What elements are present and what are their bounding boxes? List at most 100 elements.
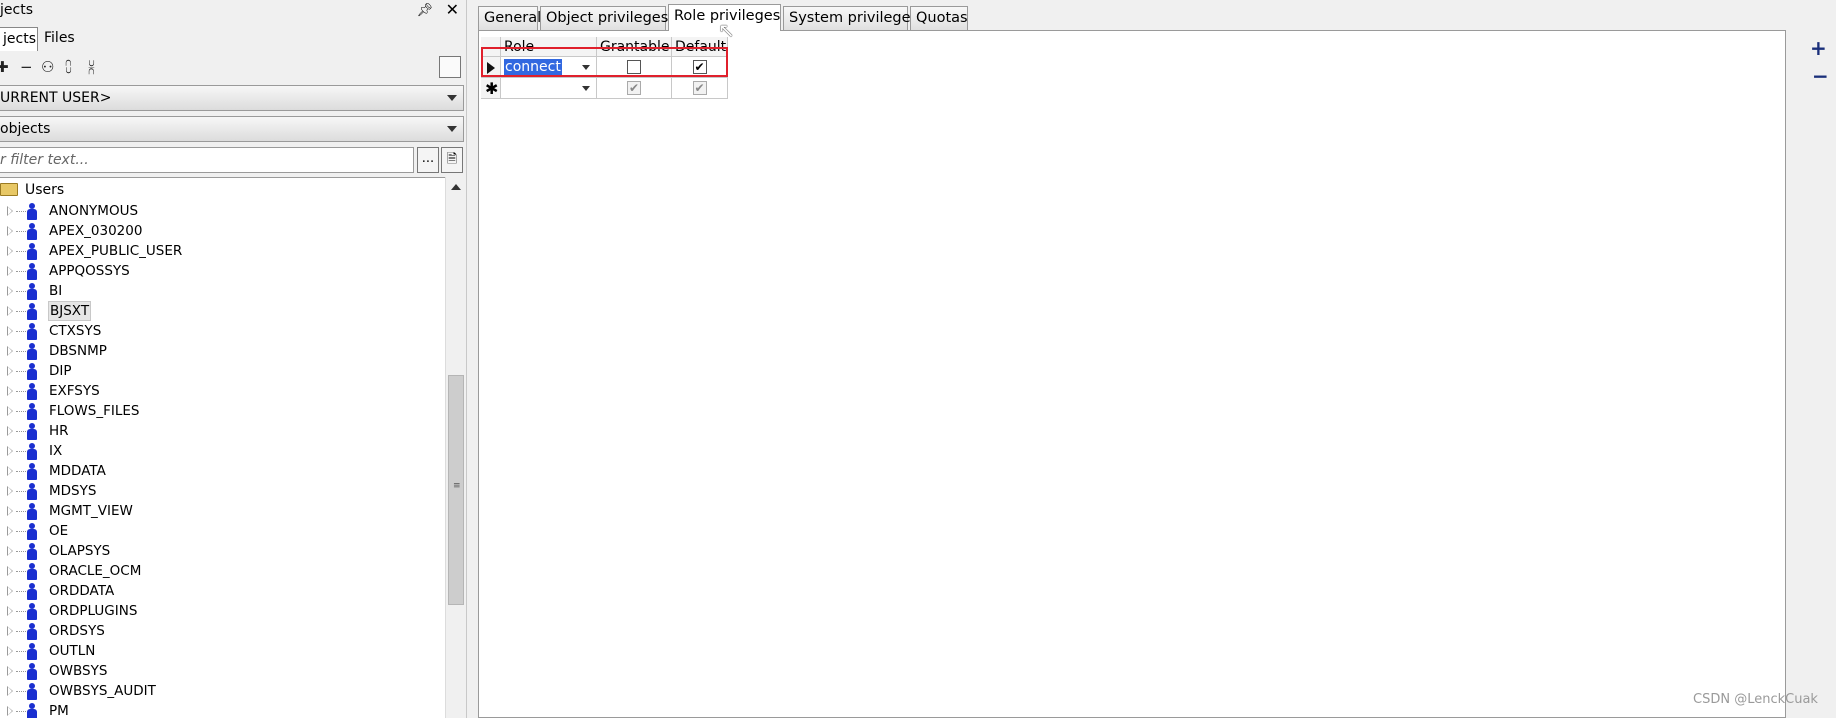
- tree-node-user[interactable]: APPQOSSYS: [0, 261, 440, 281]
- scroll-thumb[interactable]: ≡: [448, 375, 464, 605]
- filter-input[interactable]: r filter text...: [0, 147, 414, 173]
- tree-node-user[interactable]: EXFSYS: [0, 381, 440, 401]
- tree-node-user[interactable]: MDDATA: [0, 461, 440, 481]
- tree-node-user[interactable]: OWBSYS_AUDIT: [0, 681, 440, 701]
- column-header-grantable[interactable]: Grantable: [597, 37, 672, 57]
- expand-arrow-icon[interactable]: [7, 566, 13, 576]
- filter-apply-button[interactable]: 🗎︎: [441, 147, 463, 173]
- new-role-cell[interactable]: [501, 78, 597, 99]
- tab-quotas[interactable]: Quotas: [910, 6, 968, 30]
- tree-node-user[interactable]: MDSYS: [0, 481, 440, 501]
- expand-arrow-icon[interactable]: [7, 386, 13, 396]
- tree-node-user[interactable]: ORDDATA: [0, 581, 440, 601]
- tree-scrollbar[interactable]: ≡: [445, 177, 465, 718]
- new-grantable-checkbox[interactable]: ✔: [627, 81, 641, 95]
- collapse-icon[interactable]: ⩇: [65, 58, 72, 76]
- document-icon: 🗎︎: [446, 152, 458, 167]
- user-icon: [26, 563, 38, 580]
- default-checkbox[interactable]: ✔: [692, 60, 707, 74]
- expand-arrow-icon[interactable]: [7, 506, 13, 516]
- tree-connector: [16, 231, 26, 232]
- tree-node-user[interactable]: OWBSYS: [0, 661, 440, 681]
- tree-node-user[interactable]: OUTLN: [0, 641, 440, 661]
- expand-arrow-icon[interactable]: [7, 526, 13, 536]
- tab-system-privileges[interactable]: System privileges: [783, 6, 918, 30]
- add-icon[interactable]: ✚: [0, 58, 9, 76]
- tab-objects[interactable]: jects: [0, 27, 38, 51]
- tree-node-user[interactable]: OLAPSYS: [0, 541, 440, 561]
- tree-node-user[interactable]: ORACLE_OCM: [0, 561, 440, 581]
- expand-arrow-icon[interactable]: [7, 426, 13, 436]
- tree-node-user[interactable]: ANONYMOUS: [0, 201, 440, 221]
- tab-object-privileges[interactable]: Object privileges: [540, 6, 668, 30]
- role-cell[interactable]: connect: [501, 57, 597, 78]
- tab-objects-label: jects: [3, 31, 36, 47]
- expand-arrow-icon[interactable]: [7, 246, 13, 256]
- expand-arrow-icon[interactable]: [7, 466, 13, 476]
- expand-arrow-icon[interactable]: [7, 646, 13, 656]
- expand-arrow-icon[interactable]: [7, 306, 13, 316]
- role-value[interactable]: connect: [504, 59, 562, 76]
- chevron-down-icon[interactable]: [582, 86, 590, 91]
- tree-node-user[interactable]: APEX_030200: [0, 221, 440, 241]
- expand-arrow-icon[interactable]: [7, 346, 13, 356]
- scroll-up-icon[interactable]: [451, 184, 461, 190]
- expand-arrow-icon[interactable]: [7, 446, 13, 456]
- column-header-role[interactable]: Role: [501, 37, 597, 57]
- tree-node-user[interactable]: FLOWS_FILES: [0, 401, 440, 421]
- tree-node-user[interactable]: IX: [0, 441, 440, 461]
- grid-header-indicator: [481, 37, 501, 57]
- tab-general[interactable]: General: [478, 6, 541, 30]
- expand-arrow-icon[interactable]: [7, 546, 13, 556]
- expand-arrow-icon[interactable]: [7, 626, 13, 636]
- tree-node-user[interactable]: PM: [0, 701, 440, 718]
- tree-node-user[interactable]: HR: [0, 421, 440, 441]
- expand-arrow-icon[interactable]: [7, 286, 13, 296]
- expand-arrow-icon[interactable]: [7, 326, 13, 336]
- expand-arrow-icon[interactable]: [7, 366, 13, 376]
- new-default-cell: ✔: [672, 78, 728, 99]
- add-row-button[interactable]: +: [1810, 36, 1827, 60]
- tree-node-user[interactable]: OE: [0, 521, 440, 541]
- expand-arrow-icon[interactable]: [7, 406, 13, 416]
- tree-node-user[interactable]: APEX_PUBLIC_USER: [0, 241, 440, 261]
- tree-node-user[interactable]: DIP: [0, 361, 440, 381]
- expand-arrow-icon[interactable]: [7, 266, 13, 276]
- tree-node-user[interactable]: ORDPLUGINS: [0, 601, 440, 621]
- close-icon[interactable]: ✕: [446, 0, 459, 20]
- user-icon: [26, 643, 38, 660]
- expand-arrow-icon[interactable]: [7, 486, 13, 496]
- tree-node-user[interactable]: MGMT_VIEW: [0, 501, 440, 521]
- expand-arrow-icon[interactable]: [7, 706, 13, 716]
- user-icon: [26, 203, 38, 220]
- tree-node-user[interactable]: ORDSYS: [0, 621, 440, 641]
- tree-node-user[interactable]: CTXSYS: [0, 321, 440, 341]
- expand-arrow-icon[interactable]: [7, 586, 13, 596]
- tree-connector: [16, 271, 26, 272]
- user-filter-combo[interactable]: URRENT USER>: [0, 85, 464, 111]
- find-icon[interactable]: ⚇: [41, 58, 54, 76]
- pin-icon[interactable]: 📌︎: [416, 1, 433, 21]
- tree-node-user[interactable]: BI: [0, 281, 440, 301]
- tree-node-user[interactable]: BJSXT: [0, 301, 440, 321]
- tree-node-user[interactable]: DBSNMP: [0, 341, 440, 361]
- remove-icon[interactable]: −: [20, 58, 33, 76]
- expand-arrow-icon[interactable]: [7, 686, 13, 696]
- new-default-checkbox[interactable]: ✔: [692, 81, 707, 95]
- expand-arrow-icon[interactable]: [7, 206, 13, 216]
- expand-arrow-icon[interactable]: [7, 666, 13, 676]
- expand-icon[interactable]: ⩈: [88, 58, 95, 76]
- row-indicator[interactable]: [481, 57, 501, 78]
- expand-arrow-icon[interactable]: [7, 226, 13, 236]
- user-icon: [26, 323, 38, 340]
- remove-row-button[interactable]: −: [1812, 64, 1829, 88]
- object-type-combo[interactable]: objects: [0, 116, 464, 142]
- tab-files[interactable]: Files: [40, 27, 79, 51]
- new-row-indicator[interactable]: ✱: [481, 78, 501, 99]
- expand-arrow-icon[interactable]: [7, 606, 13, 616]
- tree-connector: [16, 331, 26, 332]
- chevron-down-icon[interactable]: [582, 65, 590, 70]
- filter-options-button[interactable]: ...: [417, 147, 439, 173]
- toolbar-toggle-button[interactable]: [439, 56, 461, 78]
- grantable-checkbox[interactable]: [627, 60, 641, 74]
